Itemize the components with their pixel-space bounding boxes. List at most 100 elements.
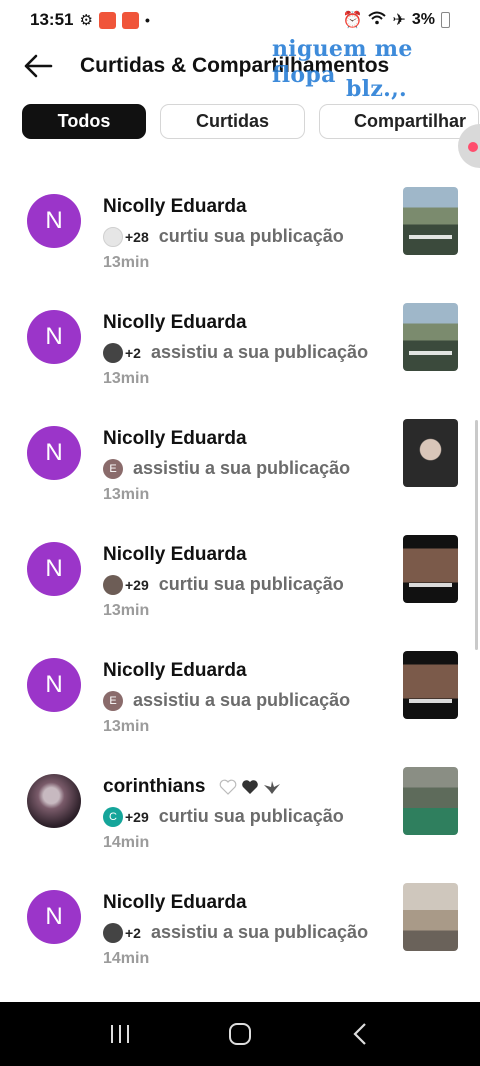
status-bar: 13:51 ⚙ • ⏰ ✈ 3% [0,0,480,40]
back-nav-button[interactable] [340,1014,380,1054]
tab-curtidas[interactable]: Curtidas [160,104,305,139]
action-text: assistiu a sua publicação [133,458,351,478]
user-name[interactable]: Nicolly Eduarda [103,428,247,450]
user-name[interactable]: Nicolly Eduarda [103,660,247,682]
user-name[interactable]: Nicolly Eduarda [103,544,247,566]
post-thumbnail[interactable] [403,187,458,255]
home-icon [229,1023,251,1045]
action-line: E assistiu a sua publicação [103,690,350,711]
others-count: +28 [125,228,149,245]
action-text: curtiu sua publicação [158,574,344,594]
post-thumbnail[interactable] [403,535,458,603]
battery-icon [441,12,450,28]
avatar[interactable]: N [27,542,81,596]
app-notification-icon-2 [121,11,139,29]
chevron-left-icon [353,1023,366,1045]
list-item[interactable]: corinthians C +29 curtiu sua publicação … [0,758,480,874]
eagle-icon [263,780,280,794]
avatar[interactable]: N [27,310,81,364]
recent-apps-button[interactable] [100,1014,140,1054]
list-item[interactable]: N Nicolly Eduarda E assistiu a sua publi… [0,410,480,526]
user-name[interactable]: corinthians [103,776,281,798]
black-heart-icon [241,780,258,794]
avatar[interactable]: N [27,658,81,712]
list-item[interactable]: N Nicolly Eduarda +29 curtiu sua publica… [0,526,480,642]
recent-apps-icon [111,1025,129,1043]
mini-avatar: C [103,806,123,827]
tab-todos[interactable]: Todos [22,104,146,139]
status-right: ⏰ ✈ 3% [343,10,450,30]
action-text: assistiu a sua publicação [150,922,369,942]
mini-avatar [103,922,123,943]
mini-avatar [103,574,123,595]
action-text: assistiu a sua publicação [133,690,351,710]
avatar[interactable]: N [27,194,81,248]
status-time: 13:51 [30,10,74,29]
wifi-icon [368,11,387,30]
action-line: E assistiu a sua publicação [103,458,350,479]
action-line: +29 curtiu sua publicação [103,574,344,595]
post-thumbnail[interactable] [403,303,458,371]
post-thumbnail[interactable] [403,767,458,835]
white-heart-icon [219,779,237,795]
home-button[interactable] [220,1014,260,1054]
post-thumbnail[interactable] [403,883,458,951]
others-count: +29 [125,576,149,593]
action-text: curtiu sua publicação [158,806,344,826]
status-left: 13:51 ⚙ • [30,10,150,30]
timestamp: 14min [103,834,150,851]
header: Curtidas & Compartilhamentos [0,40,480,92]
others-count: +29 [125,808,149,825]
back-button[interactable] [18,46,58,86]
filter-tabs: Todos Curtidas Compartilhar [0,104,480,140]
user-name-text: corinthians [103,776,206,797]
timestamp: 13min [103,254,150,271]
thumbnail-caption [409,699,452,703]
action-text: assistiu a sua publicação [150,342,369,362]
notification-list: N Nicolly Eduarda +28 curtiu sua publica… [0,178,480,990]
arrow-left-icon [24,54,53,78]
tab-compartilhar[interactable]: Compartilhar [319,104,479,139]
avatar[interactable]: N [27,890,81,944]
alarm-icon: ⏰ [342,12,363,29]
page-title: Curtidas & Compartilhamentos [80,54,390,77]
more-notifications-dot-icon: • [144,12,150,28]
action-line: +2 assistiu a sua publicação [103,922,368,943]
timestamp: 13min [103,718,150,735]
mini-avatar: E [103,458,123,479]
action-text: curtiu sua publicação [158,226,344,246]
thumbnail-caption [409,235,452,239]
user-name[interactable]: Nicolly Eduarda [103,892,247,914]
list-item[interactable]: N Nicolly Eduarda +2 assistiu a sua publ… [0,874,480,990]
thumbnail-caption [409,583,452,587]
system-nav-bar [0,1002,480,1066]
others-count: +2 [125,924,141,941]
post-thumbnail[interactable] [403,651,458,719]
scrollbar[interactable] [475,420,478,650]
action-line: +2 assistiu a sua publicação [103,342,368,363]
timestamp: 13min [103,370,150,387]
mini-avatar [103,226,123,247]
battery-percent: 3% [411,11,435,28]
mini-avatar [103,342,123,363]
user-name[interactable]: Nicolly Eduarda [103,196,247,218]
action-line: +28 curtiu sua publicação [103,226,344,247]
avatar[interactable] [27,774,81,828]
avatar[interactable]: N [27,426,81,480]
timestamp: 13min [103,486,150,503]
list-item[interactable]: N Nicolly Eduarda +2 assistiu a sua publ… [0,294,480,410]
timestamp: 13min [103,602,150,619]
action-line: C +29 curtiu sua publicação [103,806,344,827]
list-item[interactable]: N Nicolly Eduarda +28 curtiu sua publica… [0,178,480,294]
airplane-mode-icon: ✈ [392,12,406,29]
settings-gear-icon: ⚙ [79,12,93,29]
others-count: +2 [125,344,141,361]
user-name[interactable]: Nicolly Eduarda [103,312,247,334]
list-item[interactable]: N Nicolly Eduarda E assistiu a sua publi… [0,642,480,758]
app-notification-icon [98,11,116,29]
thumbnail-caption [409,351,452,355]
name-emojis [219,779,281,795]
mini-avatar: E [103,690,123,711]
timestamp: 14min [103,950,150,967]
post-thumbnail[interactable] [403,419,458,487]
